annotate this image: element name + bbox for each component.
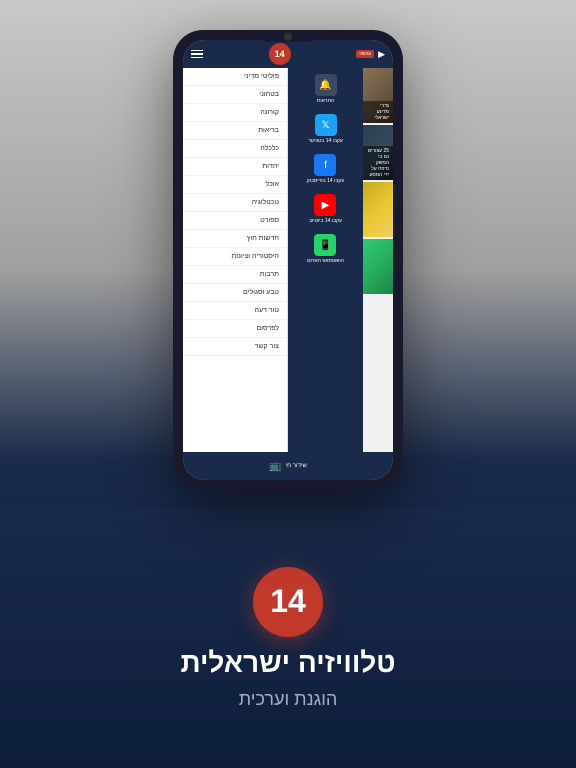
sidebar-item-10[interactable]: היסטוריה וציונות: [183, 248, 287, 266]
app-subtitle: הוגנת וערכית: [239, 689, 338, 710]
sidebar-item-12[interactable]: טבע וסגולים: [183, 284, 287, 302]
phone-screen: 14 עכשיו ▶ פוליטי מדיני בטחוני קורונה: [183, 40, 393, 480]
notif-label-youtube: עקבו 14 ביוטיוב: [309, 218, 342, 224]
live-stream-label: שידור חי: [286, 463, 307, 469]
facebook-icon: f: [314, 154, 336, 176]
news-image-2: 25 עצורים נם בי המשק נדפח על ידי המסע: [363, 125, 393, 180]
news-caption-1: גדרי מדינע ישראלי: [363, 101, 393, 123]
app-header: 14 עכשיו ▶: [183, 40, 393, 68]
sidebar-item-11[interactable]: תרבות: [183, 266, 287, 284]
notif-item-whatsapp[interactable]: 📱 הוואטסאפ האדום: [307, 234, 344, 264]
sidebar-item-5[interactable]: יהדות: [183, 158, 287, 176]
notif-item-facebook[interactable]: f עקבו 14 בפייסבוק: [307, 154, 345, 184]
sidebar-item-1[interactable]: בטחוני: [183, 86, 287, 104]
notif-label-facebook: עקבו 14 בפייסבוק: [307, 178, 345, 184]
live-stream-icon: 📺: [269, 461, 281, 472]
news-image-3: [363, 182, 393, 237]
news-img-bg-4: [363, 239, 393, 294]
notif-item-youtube[interactable]: ▶ עקבו 14 ביוטיוב: [309, 194, 342, 224]
notification-panel: 🔔 התראות 𝕏 עקבו 14 בטוויטר f עקבו 14 בפי…: [288, 68, 363, 452]
phone-frame: 14 עכשיו ▶ פוליטי מדיני בטחוני קורונה: [173, 30, 403, 490]
twitter-icon: 𝕏: [315, 114, 337, 136]
sidebar-item-2[interactable]: קורונה: [183, 104, 287, 122]
sidebar-item-3[interactable]: בריאות: [183, 122, 287, 140]
hamburger-icon[interactable]: [191, 50, 203, 59]
notif-item-bell[interactable]: 🔔 התראות: [315, 74, 337, 104]
notif-label-bell: התראות: [317, 98, 334, 104]
live-badge: עכשיו: [356, 50, 374, 58]
sidebar: פוליטי מדיני בטחוני קורונה בריאות כלכלה …: [183, 68, 288, 452]
sidebar-item-8[interactable]: ספורט: [183, 212, 287, 230]
sidebar-item-0[interactable]: פוליטי מדיני: [183, 68, 287, 86]
sidebar-item-13[interactable]: טור דעה: [183, 302, 287, 320]
phone-mockup: 14 עכשיו ▶ פוליטי מדיני בטחוני קורונה: [173, 30, 403, 490]
app-logo-large: 14: [253, 567, 323, 637]
bell-icon: 🔔: [315, 74, 337, 96]
sidebar-item-7[interactable]: טכנולוגיה: [183, 194, 287, 212]
bottom-bar: 📺 שידור חי: [183, 452, 393, 480]
sidebar-item-6[interactable]: אוכל: [183, 176, 287, 194]
news-item-1[interactable]: גדרי מדינע ישראלי: [363, 68, 393, 123]
bottom-section: 14 טלוויזיה ישראלית הוגנת וערכית: [0, 508, 576, 768]
video-icon: ▶: [378, 49, 385, 60]
news-image-4: [363, 239, 393, 294]
sidebar-item-14[interactable]: לפרסום: [183, 320, 287, 338]
sidebar-item-15[interactable]: צור קשר: [183, 338, 287, 356]
news-item-3[interactable]: [363, 182, 393, 237]
phone-camera: [284, 33, 292, 41]
main-content: גדרי מדינע ישראלי 25 עצורים נם בי המשק נ…: [363, 68, 393, 452]
whatsapp-icon: 📱: [314, 234, 336, 256]
sidebar-item-4[interactable]: כלכלה: [183, 140, 287, 158]
notif-label-twitter: עקבו 14 בטוויטר: [308, 138, 343, 144]
news-item-4[interactable]: [363, 239, 393, 294]
news-image-1: גדרי מדינע ישראלי: [363, 68, 393, 123]
news-caption-2: 25 עצורים נם בי המשק נדפח על ידי המסע: [363, 146, 393, 180]
news-item-2[interactable]: 25 עצורים נם בי המשק נדפח על ידי המסע: [363, 125, 393, 180]
app-content: פוליטי מדיני בטחוני קורונה בריאות כלכלה …: [183, 68, 393, 452]
news-img-bg-3: [363, 182, 393, 237]
logo-row: 14: [253, 567, 323, 637]
header-right: עכשיו ▶: [356, 49, 385, 60]
notif-label-whatsapp: הוואטסאפ האדום: [307, 258, 344, 264]
header-logo: 14: [269, 43, 291, 65]
app-title: טלוויזיה ישראלית: [180, 647, 395, 679]
notif-item-twitter[interactable]: 𝕏 עקבו 14 בטוויטר: [308, 114, 343, 144]
youtube-icon: ▶: [314, 194, 336, 216]
sidebar-item-9[interactable]: חדשות חוץ: [183, 230, 287, 248]
